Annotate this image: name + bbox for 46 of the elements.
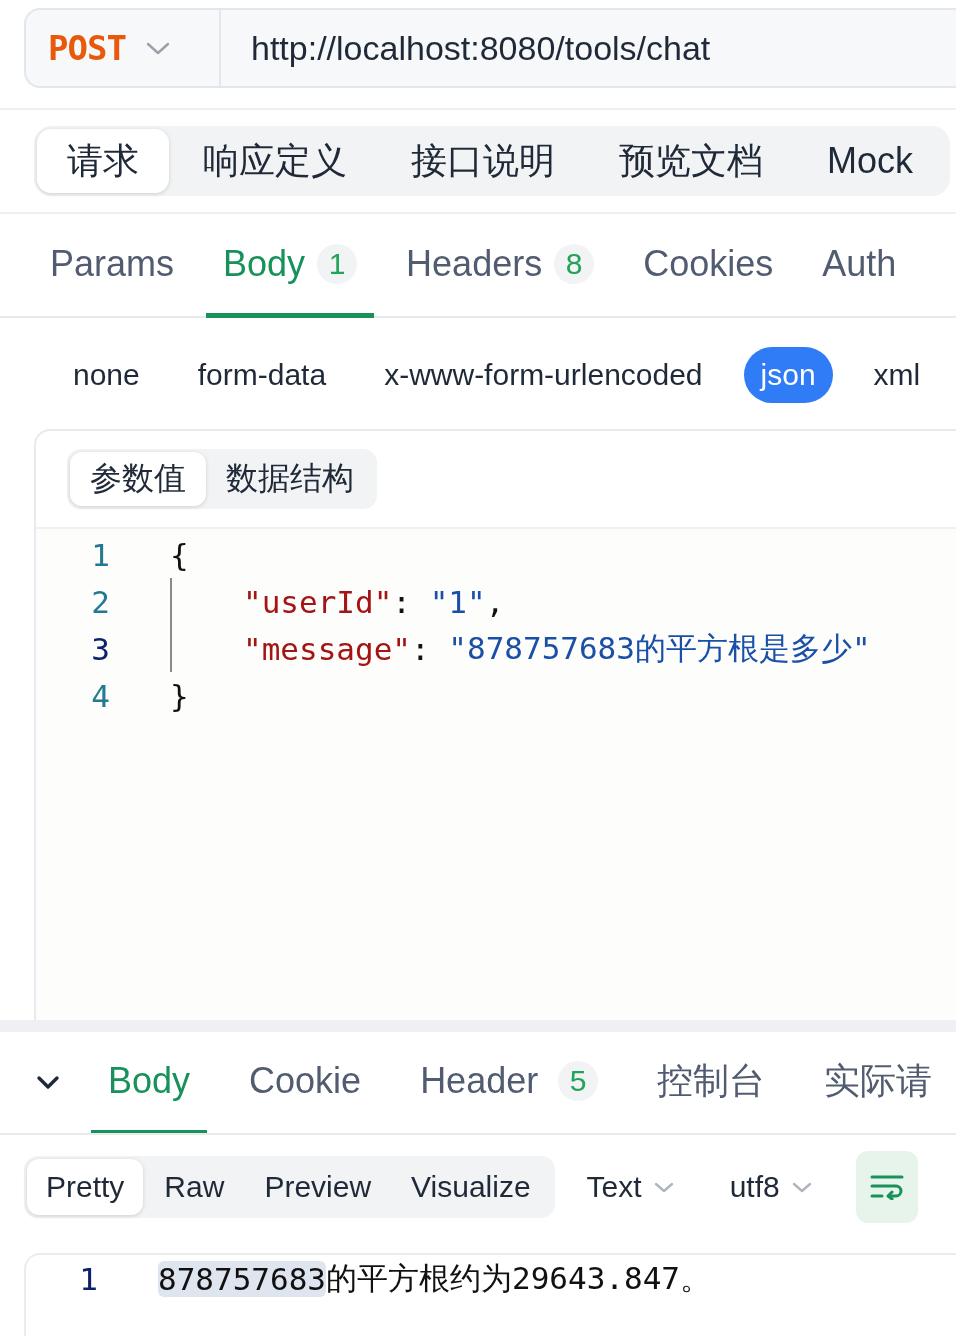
body-type-option[interactable]: none <box>56 347 157 403</box>
caret-icon <box>653 1181 674 1193</box>
code-line: "message": "878757683的平方根是多少" <box>170 625 871 672</box>
format-dropdown[interactable]: Text <box>586 1170 674 1204</box>
view-tab[interactable]: 响应定义 <box>173 129 377 193</box>
editor-mode-tab[interactable]: 数据结构 <box>206 452 374 506</box>
editor-mode-tab[interactable]: 参数值 <box>70 452 206 506</box>
line-number: 2 <box>90 583 110 620</box>
caret-icon <box>791 1181 812 1193</box>
request-tab[interactable]: Params <box>33 214 192 318</box>
request-tab[interactable]: Body 1 <box>206 214 375 318</box>
line-number: 1 <box>78 1260 98 1297</box>
view-mode-tab[interactable]: Preview <box>245 1159 391 1215</box>
view-mode-tab[interactable]: Raw <box>145 1159 244 1215</box>
encoding-dropdown[interactable]: utf8 <box>729 1170 812 1204</box>
code-line: { <box>170 535 189 575</box>
response-tab[interactable]: Header 5 <box>403 1032 616 1133</box>
chevron-icon[interactable] <box>36 1074 60 1091</box>
code-line: 878757683的平方根约为29643.847。 <box>158 1258 711 1299</box>
code-line: } <box>170 676 189 716</box>
body-type-option[interactable]: json <box>743 347 833 403</box>
request-tab[interactable]: Auth <box>805 214 914 318</box>
view-mode-tab[interactable]: Pretty <box>27 1159 144 1215</box>
request-tab[interactable]: Cookies <box>626 214 791 318</box>
line-number: 1 <box>90 536 110 573</box>
body-type-option[interactable]: x-www-form-urlencoded <box>367 347 720 403</box>
response-tab[interactable]: Cookie <box>232 1032 379 1133</box>
body-type-option[interactable]: form-data <box>180 347 344 403</box>
body-type-option[interactable]: xml <box>856 347 938 403</box>
view-tab[interactable]: Mock <box>797 129 943 193</box>
code-line: "userId": "1", <box>170 578 505 625</box>
line-number: 4 <box>90 677 110 714</box>
word-wrap-button[interactable] <box>855 1151 918 1223</box>
view-tab[interactable]: 请求 <box>37 129 169 193</box>
count-badge: 1 <box>317 243 358 284</box>
view-tab[interactable]: 预览文档 <box>589 129 793 193</box>
view-mode-tab[interactable]: Visualize <box>392 1159 550 1215</box>
response-tab[interactable]: 实际请 <box>807 1032 950 1133</box>
line-number: 3 <box>90 630 110 667</box>
response-tab[interactable]: Body <box>91 1032 208 1133</box>
view-tab[interactable]: 接口说明 <box>381 129 585 193</box>
request-tab[interactable]: Headers 8 <box>389 214 612 318</box>
response-tab[interactable]: 控制台 <box>640 1032 783 1133</box>
count-badge: 5 <box>558 1061 599 1101</box>
wrap-icon <box>869 1174 904 1200</box>
count-badge: 8 <box>554 243 595 284</box>
